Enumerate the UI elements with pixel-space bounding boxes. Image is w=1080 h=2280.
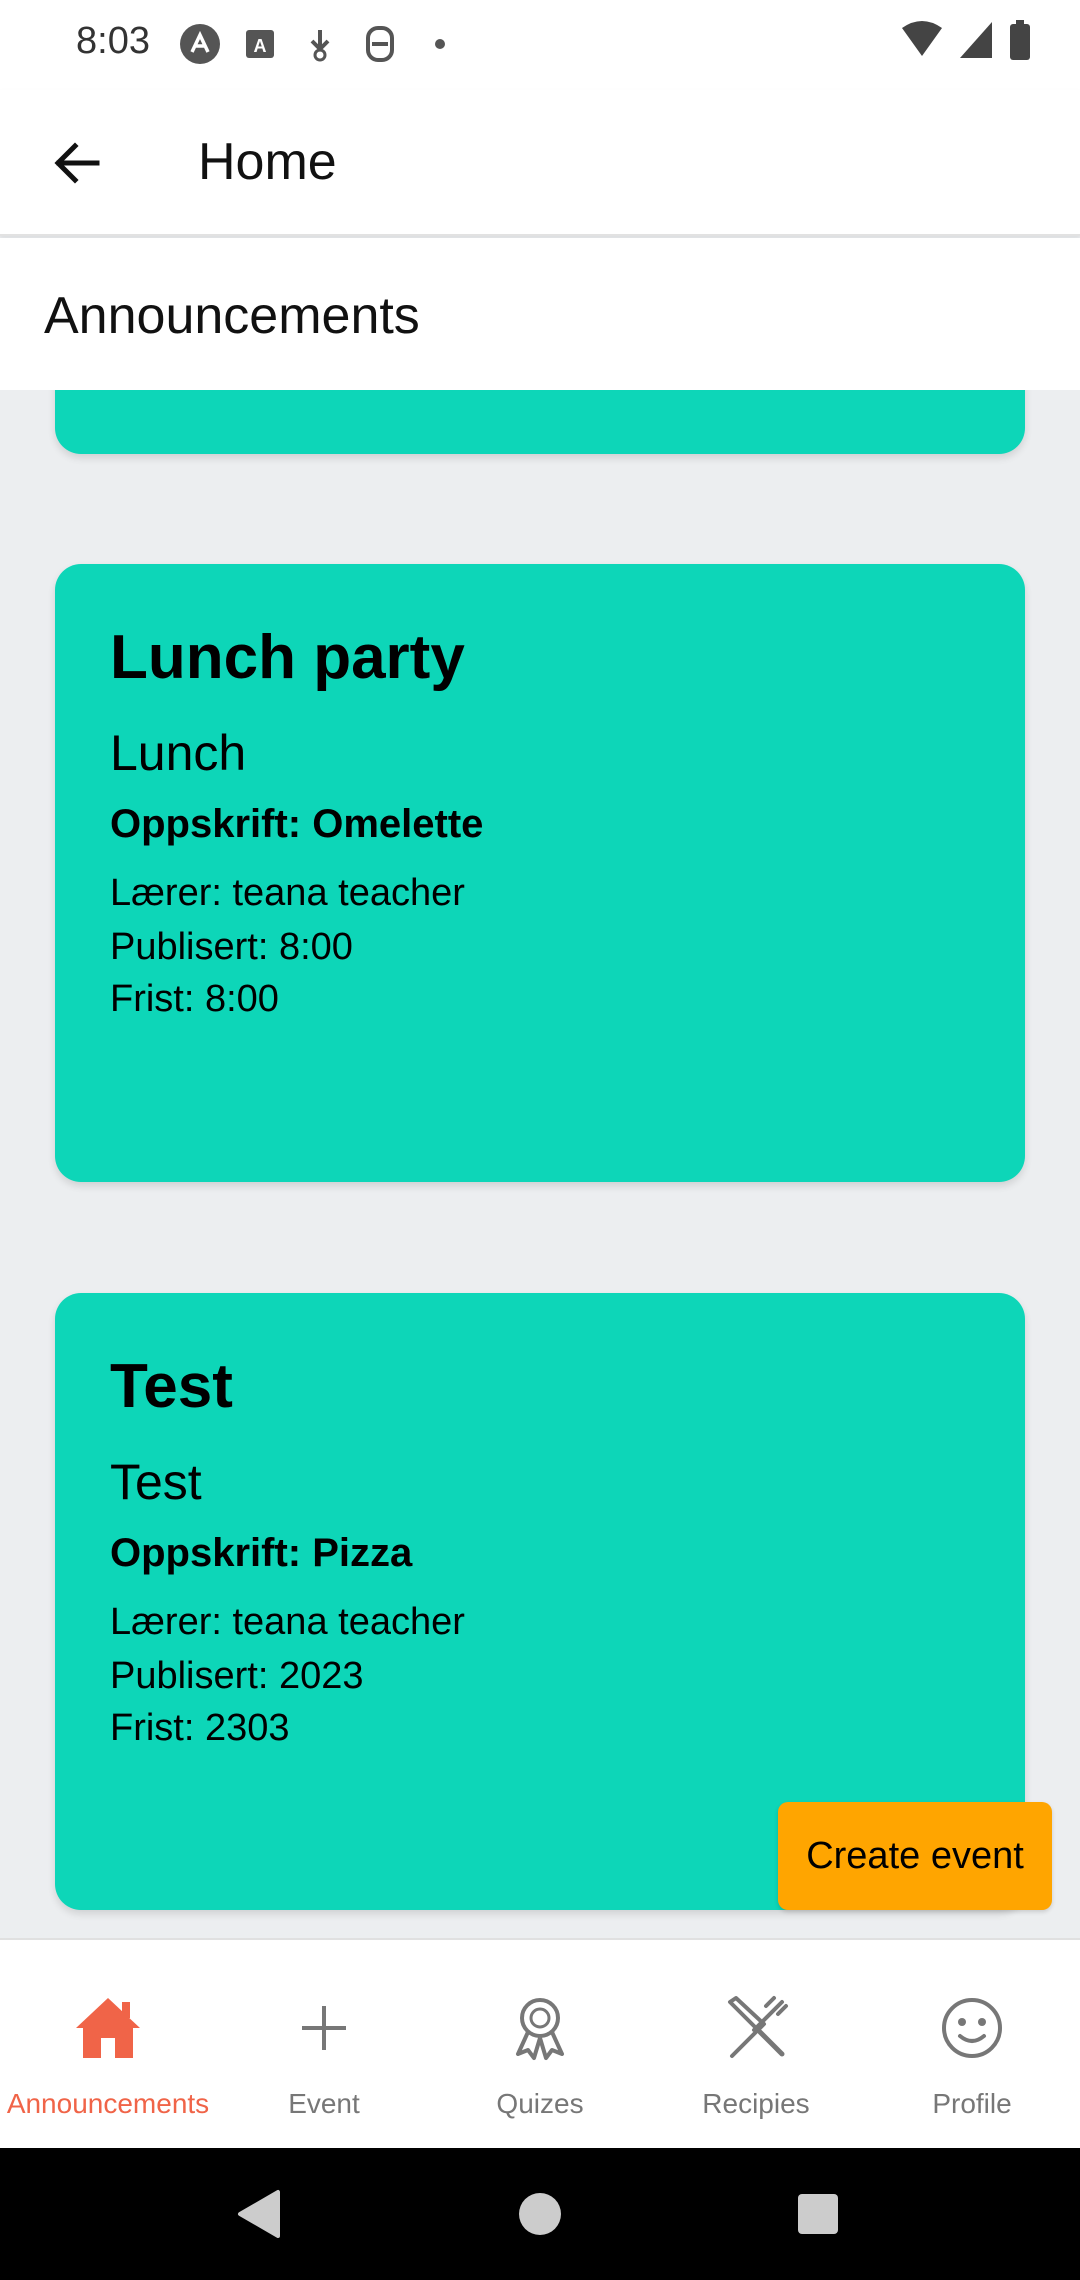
card-teacher: Lærer: teana teacher xyxy=(110,1601,465,1643)
nav-item-recipies[interactable]: Recipies xyxy=(648,1940,864,2150)
nav-item-event[interactable]: Event xyxy=(216,1940,432,2150)
app-text-icon: A xyxy=(238,22,282,66)
system-status-icons xyxy=(886,20,1032,65)
nav-label: Recipies xyxy=(702,2088,810,2119)
smile-icon xyxy=(936,1992,1008,2064)
page-title: Home xyxy=(198,133,337,191)
system-nav-bar xyxy=(0,2148,1080,2280)
square-recents-icon xyxy=(798,2194,838,2234)
status-bar: 8:03 A xyxy=(0,0,1080,90)
award-icon xyxy=(504,1992,576,2064)
status-time: 8:03 xyxy=(76,20,150,62)
nav-label: Announcements xyxy=(6,2088,210,2119)
section-title: Announcements xyxy=(44,287,420,345)
card-title: Lunch party xyxy=(110,623,465,692)
card-title: Test xyxy=(110,1352,233,1421)
back-button[interactable] xyxy=(40,126,114,200)
card-deadline: Frist: 8:00 xyxy=(110,978,279,1020)
card-recipe: Oppskrift: Omelette xyxy=(110,802,484,846)
card-recipe: Oppskrift: Pizza xyxy=(110,1531,413,1575)
card-published: Publisert: 2023 xyxy=(110,1655,364,1697)
nav-label: Event xyxy=(288,2088,360,2119)
card-deadline: Frist: 2303 xyxy=(110,1707,290,1749)
sync-icon xyxy=(358,22,402,66)
nav-label: Profile xyxy=(932,2088,1012,2119)
bottom-nav: Announcements Event Quizes Recipies Prof… xyxy=(0,1938,1080,2148)
circle-home-icon xyxy=(519,2193,561,2235)
system-home-button[interactable] xyxy=(506,2180,574,2248)
system-recents-button[interactable] xyxy=(784,2180,852,2248)
announcement-card[interactable] xyxy=(55,390,1025,454)
arrow-left-icon xyxy=(54,142,100,184)
app-a-icon xyxy=(178,22,222,66)
utensils-icon xyxy=(720,1992,792,2064)
nav-label: Quizes xyxy=(496,2088,584,2119)
notification-icons: A xyxy=(178,22,478,66)
announcement-card[interactable]: Lunch party Lunch Oppskrift: Omelette Læ… xyxy=(55,564,1025,1182)
dot-icon xyxy=(418,22,462,66)
svg-text:A: A xyxy=(254,36,267,56)
announcements-list[interactable]: Lunch party Lunch Oppskrift: Omelette Læ… xyxy=(0,390,1080,1938)
card-subtitle: Lunch xyxy=(110,725,247,781)
nav-item-quizes[interactable]: Quizes xyxy=(432,1940,648,2150)
card-teacher: Lærer: teana teacher xyxy=(110,872,465,914)
plus-icon xyxy=(288,1992,360,2064)
card-subtitle: Test xyxy=(110,1454,202,1510)
signal-icon xyxy=(958,20,994,65)
nav-item-profile[interactable]: Profile xyxy=(864,1940,1080,2150)
battery-icon xyxy=(1008,20,1032,65)
create-event-button[interactable]: Create event xyxy=(778,1802,1052,1910)
card-published: Publisert: 8:00 xyxy=(110,926,353,968)
download-icon xyxy=(298,22,342,66)
app-bar: Home xyxy=(0,90,1080,236)
wifi-icon xyxy=(900,20,944,65)
system-back-button[interactable] xyxy=(226,2180,294,2248)
section-header: Announcements xyxy=(0,238,1080,390)
home-icon xyxy=(72,1992,144,2064)
triangle-back-icon xyxy=(238,2190,280,2238)
nav-item-announcements[interactable]: Announcements xyxy=(0,1940,216,2150)
